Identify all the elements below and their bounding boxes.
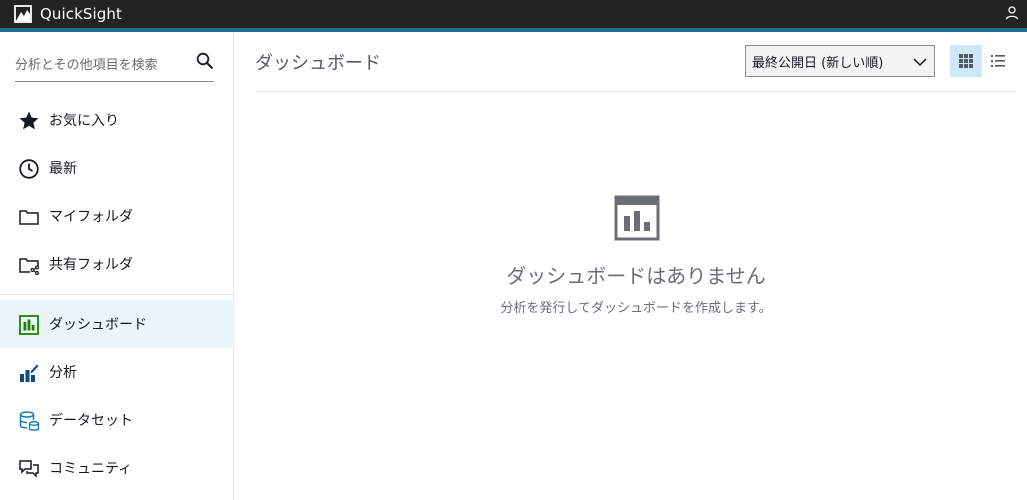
sidebar-item-label: データセット <box>49 413 133 429</box>
quicksight-logo-icon <box>14 5 32 23</box>
sidebar-item-shared-folders[interactable]: 共有フォルダ <box>0 240 234 288</box>
empty-state-subtitle: 分析を発行してダッシュボードを作成します。 <box>500 301 772 316</box>
quicksight-logo[interactable]: QuickSight <box>14 5 122 23</box>
empty-state-title: ダッシュボードはありません <box>506 264 766 288</box>
sidebar-item-label: お気に入り <box>49 113 119 129</box>
sidebar-item-label: ダッシュボード <box>49 317 147 333</box>
clock-icon <box>19 159 39 179</box>
grid-view-icon <box>959 54 973 68</box>
sort-select[interactable]: 最終公開日 (新しい順) <box>745 45 935 77</box>
sidebar-item-label: 最新 <box>49 161 77 177</box>
shared-folder-icon <box>19 258 40 276</box>
community-icon <box>19 460 39 478</box>
search-icon[interactable] <box>196 52 214 70</box>
sidebar-item-dashboards[interactable]: ダッシュボード <box>0 300 234 348</box>
sidebar-item-label: 分析 <box>49 365 77 381</box>
user-icon[interactable] <box>1005 6 1019 20</box>
header-divider <box>255 91 1017 92</box>
sidebar-divider <box>0 294 234 295</box>
sidebar-item-my-folders[interactable]: マイフォルダ <box>0 192 234 240</box>
dashboard-icon <box>614 195 660 241</box>
grid-view-button[interactable] <box>950 45 982 77</box>
search-box <box>15 52 214 82</box>
sidebar-item-label: マイフォルダ <box>49 209 133 225</box>
sidebar-item-label: コミュニティ <box>49 461 133 477</box>
sidebar-item-recent[interactable]: 最新 <box>0 144 234 192</box>
star-icon <box>19 111 39 130</box>
top-bar: QuickSight <box>0 0 1027 28</box>
sort-selected-value: 最終公開日 (新しい順) <box>752 55 884 71</box>
sidebar-item-datasets[interactable]: データセット <box>0 396 234 444</box>
analysis-icon <box>20 364 39 382</box>
dataset-icon <box>19 411 40 431</box>
sidebar-item-label: 共有フォルダ <box>49 257 133 273</box>
folder-icon <box>19 210 39 225</box>
list-view-icon <box>991 55 1005 67</box>
page-title: ダッシュボード <box>255 53 381 74</box>
sidebar-item-analyses[interactable]: 分析 <box>0 348 234 396</box>
dashboard-icon <box>19 315 39 335</box>
list-view-button[interactable] <box>984 45 1012 77</box>
sidebar: お気に入り 最新 マイフォルダ 共有フォルダ <box>0 32 234 500</box>
chevron-down-icon <box>913 58 927 67</box>
search-input[interactable] <box>15 58 185 73</box>
app-brand: QuickSight <box>40 5 123 23</box>
sidebar-item-favorites[interactable]: お気に入り <box>0 96 234 144</box>
sidebar-item-community[interactable]: コミュニティ <box>0 444 234 492</box>
